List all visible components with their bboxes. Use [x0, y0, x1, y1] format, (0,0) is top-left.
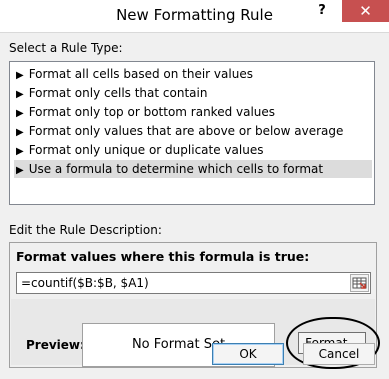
- rule-type-item[interactable]: ▶ Format only cells that contain: [14, 84, 372, 102]
- edit-description-label: Edit the Rule Description:: [9, 223, 162, 237]
- arrow-right-icon: ▶: [16, 127, 24, 138]
- arrow-right-icon: ▶: [16, 108, 24, 119]
- rule-type-item-label: Use a formula to determine which cells t…: [28, 162, 324, 176]
- range-select-button[interactable]: [350, 274, 369, 292]
- rule-type-item[interactable]: ▶ Format only top or bottom ranked values: [14, 103, 372, 121]
- range-select-icon: [352, 277, 367, 289]
- rule-type-item-label: Format only top or bottom ranked values: [28, 105, 276, 119]
- cancel-button[interactable]: Cancel: [303, 343, 375, 365]
- dialog-body: Select a Rule Type: ▶ Format all cells ba…: [0, 32, 389, 379]
- rule-type-item-label: Format only unique or duplicate values: [28, 143, 264, 157]
- arrow-right-icon: ▶: [16, 70, 24, 81]
- arrow-right-icon: ▶: [16, 165, 24, 176]
- rule-type-label: Select a Rule Type:: [9, 41, 123, 55]
- arrow-right-icon: ▶: [16, 89, 24, 100]
- rule-type-item[interactable]: ▶ Format only unique or duplicate values: [14, 141, 372, 159]
- title-bar: New Formatting Rule ? ✕: [0, 0, 389, 32]
- help-button[interactable]: ?: [302, 0, 342, 22]
- rule-type-item-label: Format all cells based on their values: [28, 67, 253, 81]
- rule-type-item-selected[interactable]: ▶ Use a formula to determine which cells …: [14, 160, 372, 178]
- rule-type-item-label: Format only values that are above or bel…: [28, 124, 344, 138]
- formula-heading: Format values where this formula is true…: [16, 249, 310, 264]
- formula-value: =countif($B:$B, $A1): [21, 276, 149, 290]
- rule-type-item[interactable]: ▶ Format all cells based on their values: [14, 65, 372, 83]
- ok-button[interactable]: OK: [212, 343, 284, 365]
- close-button[interactable]: ✕: [342, 0, 389, 22]
- rule-type-item-label: Format only cells that contain: [28, 86, 208, 100]
- rule-type-list[interactable]: ▶ Format all cells based on their values …: [9, 61, 375, 205]
- rule-type-item[interactable]: ▶ Format only values that are above or be…: [14, 122, 372, 140]
- arrow-right-icon: ▶: [16, 146, 24, 157]
- formula-input[interactable]: =countif($B:$B, $A1): [16, 272, 371, 294]
- preview-label: Preview:: [26, 338, 85, 352]
